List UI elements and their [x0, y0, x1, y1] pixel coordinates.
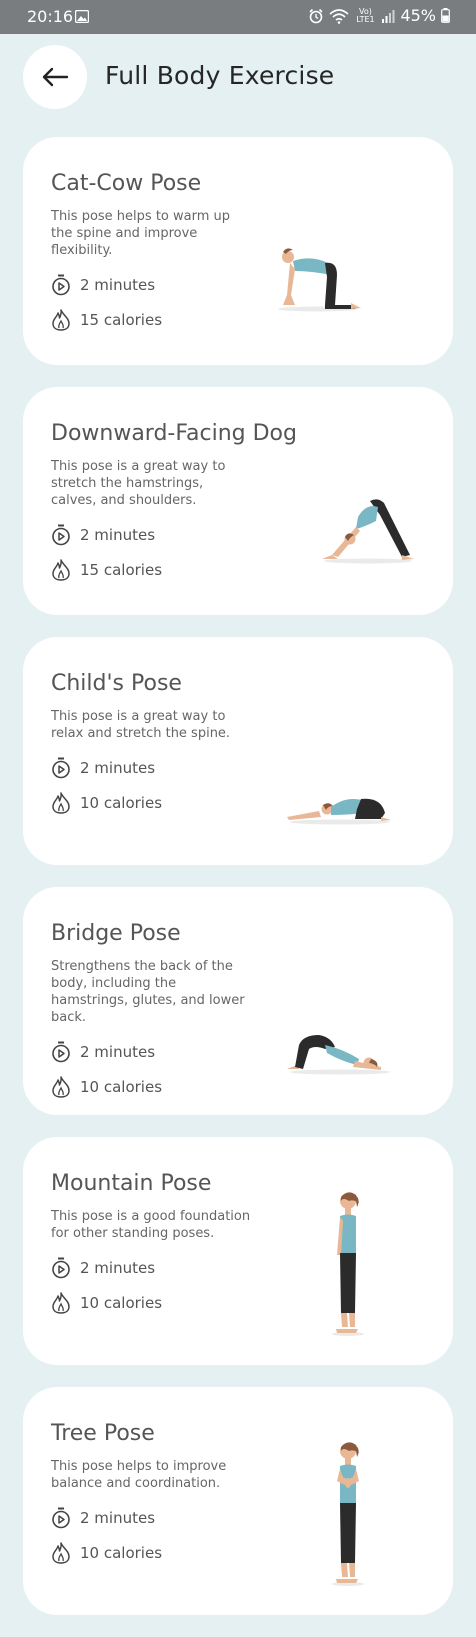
exercise-description: This pose helps to improve balance and c… — [51, 1459, 227, 1491]
battery-percent: 45% — [400, 6, 436, 25]
calories-text: 10 calories — [80, 1078, 163, 1096]
exercise-title: Tree Pose — [51, 1421, 155, 1446]
duration-row: 2 minutes — [51, 1506, 281, 1530]
status-time: 20:16 — [27, 7, 74, 26]
signal-icon — [382, 9, 395, 23]
calories-row: 15 calories — [51, 308, 281, 332]
timer-icon — [51, 1507, 71, 1529]
wifi-icon — [329, 8, 349, 24]
exercise-description: This pose helps to warm up the spine and… — [51, 209, 230, 258]
exercise-title: Bridge Pose — [51, 921, 181, 946]
exercise-card[interactable]: Child's Pose This pose is a great way to… — [23, 637, 453, 865]
status-bar: 20:16 Vo) LTE1 45% — [0, 0, 476, 34]
duration-text: 2 minutes — [80, 526, 156, 544]
calories-row: 10 calories — [51, 1075, 281, 1099]
exercise-list: Cat-Cow Pose This pose helps to warm up … — [23, 137, 453, 1637]
calories-text: 15 calories — [80, 561, 163, 579]
duration-text: 2 minutes — [80, 1043, 156, 1061]
flame-icon — [51, 792, 71, 814]
exercise-title: Mountain Pose — [51, 1171, 212, 1196]
gallery-notification-icon — [75, 10, 89, 23]
exercise-card[interactable]: Bridge Pose Strengthens the back of the … — [23, 887, 453, 1115]
alarm-icon — [309, 8, 324, 23]
flame-icon — [51, 1076, 71, 1098]
flame-icon — [51, 1292, 71, 1314]
app-header: Full Body Exercise — [0, 34, 476, 122]
calories-row: 10 calories — [51, 1541, 281, 1565]
exercise-description: This pose is a great way to stretch the … — [51, 459, 226, 508]
exercise-description: This pose is a good foundation for other… — [51, 1209, 251, 1241]
arrow-left-icon — [42, 67, 69, 87]
page-title: Full Body Exercise — [105, 61, 335, 90]
exercise-title: Child's Pose — [51, 671, 182, 696]
status-icons: Vo) LTE1 45% — [308, 6, 450, 25]
flame-icon — [51, 559, 71, 581]
timer-icon — [51, 1041, 71, 1063]
duration-row: 2 minutes — [51, 523, 281, 547]
calories-row: 15 calories — [51, 558, 281, 582]
cat-cow-pose-illustration — [278, 248, 361, 312]
battery-icon — [441, 8, 450, 23]
downward-dog-pose-illustration — [322, 499, 414, 564]
duration-text: 2 minutes — [80, 1509, 156, 1527]
duration-text: 2 minutes — [80, 759, 156, 777]
duration-row: 2 minutes — [51, 1256, 281, 1280]
duration-row: 2 minutes — [51, 1040, 281, 1064]
duration-text: 2 minutes — [80, 276, 156, 294]
flame-icon — [51, 1542, 71, 1564]
flame-icon — [51, 309, 71, 331]
duration-row: 2 minutes — [51, 273, 281, 297]
tree-pose-illustration — [332, 1442, 364, 1586]
calories-row: 10 calories — [51, 791, 281, 815]
duration-text: 2 minutes — [80, 1259, 156, 1277]
calories-row: 10 calories — [51, 1291, 281, 1315]
exercise-card[interactable]: Tree Pose This pose helps to improve bal… — [23, 1387, 453, 1615]
timer-icon — [51, 1257, 71, 1279]
exercise-card[interactable]: Downward-Facing Dog This pose is a great… — [23, 387, 453, 615]
calories-text: 10 calories — [80, 1294, 163, 1312]
timer-icon — [51, 524, 71, 546]
timer-icon — [51, 757, 71, 779]
exercise-description: Strengthens the back of the body, includ… — [51, 959, 245, 1025]
mountain-pose-illustration — [332, 1192, 364, 1336]
childs-pose-illustration — [287, 798, 391, 825]
timer-icon — [51, 274, 71, 296]
exercise-title: Downward-Facing Dog — [51, 421, 297, 446]
bridge-pose-illustration — [287, 1035, 390, 1075]
calories-text: 10 calories — [80, 1544, 163, 1562]
exercise-description: This pose is a great way to relax and st… — [51, 709, 231, 741]
exercise-card[interactable]: Cat-Cow Pose This pose helps to warm up … — [23, 137, 453, 365]
exercise-title: Cat-Cow Pose — [51, 171, 202, 196]
calories-text: 10 calories — [80, 794, 163, 812]
back-button[interactable] — [23, 45, 87, 109]
exercise-card[interactable]: Mountain Pose This pose is a good founda… — [23, 1137, 453, 1365]
duration-row: 2 minutes — [51, 756, 281, 780]
network-type-label: Vo) LTE1 — [356, 6, 375, 24]
calories-text: 15 calories — [80, 311, 163, 329]
